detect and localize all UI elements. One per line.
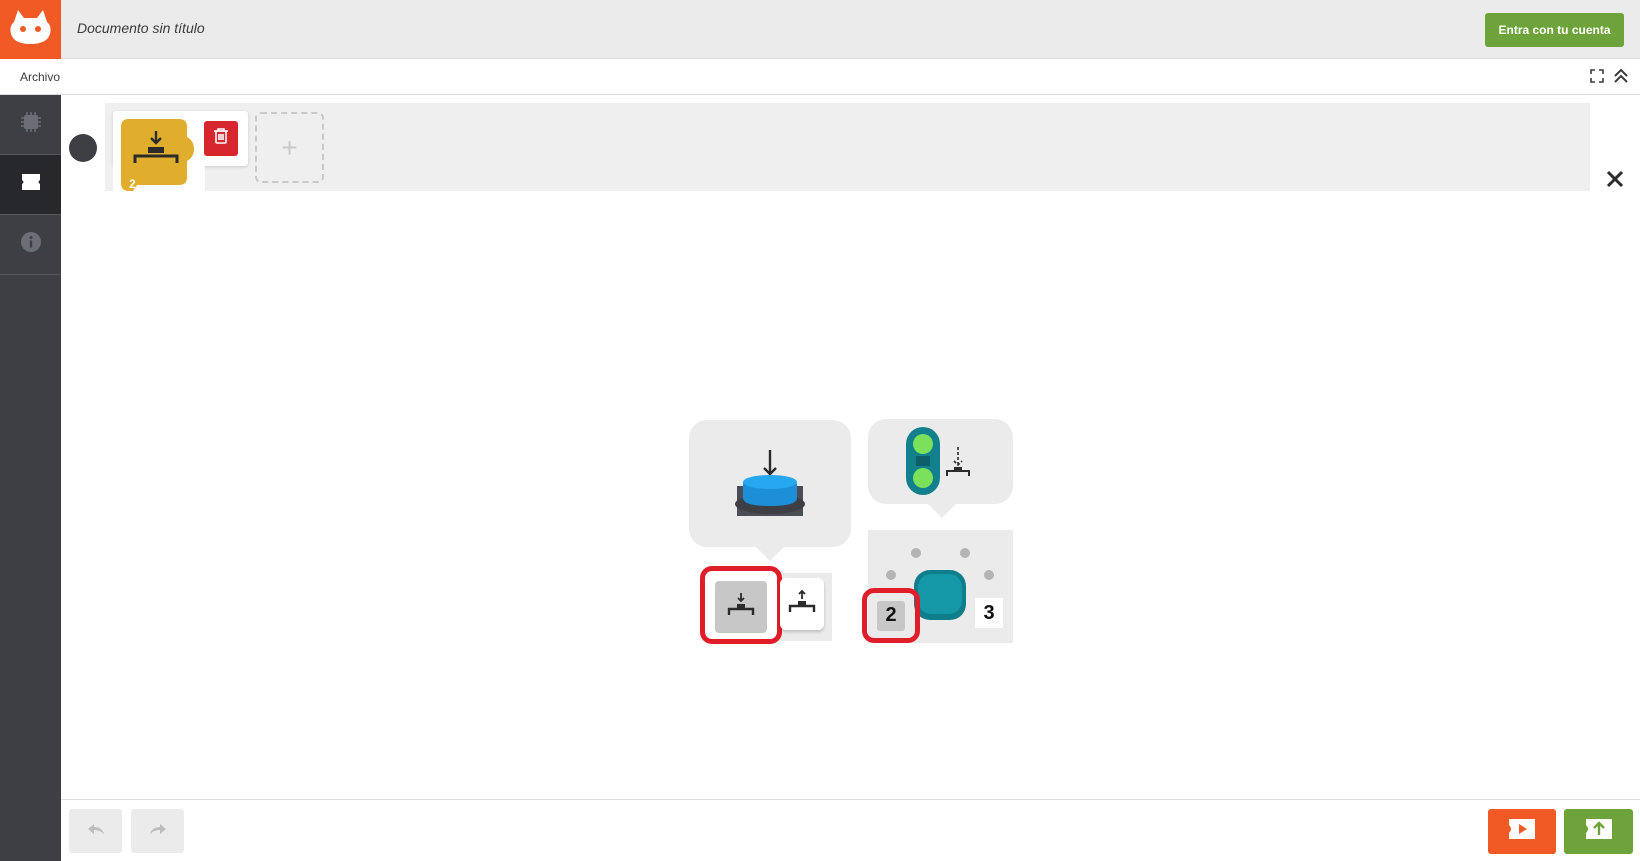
run-button[interactable]	[1488, 809, 1556, 854]
sidebar-item-info[interactable]	[0, 215, 61, 275]
component-preview-bubble-tail	[928, 504, 956, 518]
program-start-dot	[69, 134, 97, 162]
port-2-label: 2	[877, 600, 905, 631]
port-2-button[interactable]: 2	[862, 588, 920, 643]
option-press-button[interactable]	[715, 581, 767, 633]
collapse-up-icon[interactable]	[1612, 67, 1630, 85]
button-press-icon	[727, 592, 755, 623]
sidebar-item-hardware[interactable]	[0, 95, 61, 155]
sidebar	[0, 95, 61, 861]
menu-bar: Archivo	[0, 59, 1640, 95]
close-panel-button[interactable]	[1597, 163, 1633, 199]
button-release-icon	[788, 589, 816, 620]
document-title[interactable]: Documento sin título	[77, 20, 205, 36]
footer-toolbar	[61, 799, 1640, 861]
add-block-slot[interactable]: +	[255, 112, 324, 183]
info-icon	[20, 231, 42, 258]
login-button[interactable]: Entra con tu cuenta	[1485, 13, 1624, 47]
event-preview-bubble-tail	[756, 547, 784, 561]
undo-icon	[87, 822, 105, 840]
board-icon	[913, 569, 967, 626]
hardware-board-icon	[20, 111, 42, 138]
port-3-button[interactable]: 3	[975, 598, 1003, 628]
trash-icon	[213, 127, 229, 150]
upload-board-icon	[1584, 817, 1614, 846]
program-line	[105, 103, 1590, 191]
plus-icon: +	[281, 131, 298, 163]
block-port-label: 2	[129, 177, 136, 191]
redo-button[interactable]	[131, 809, 184, 853]
close-icon	[1606, 170, 1624, 193]
upload-button[interactable]	[1564, 809, 1633, 854]
pin-dot	[984, 570, 994, 580]
top-header: Documento sin título Entra con tu cuenta	[0, 0, 1640, 59]
button-module-illustration-icon	[905, 427, 975, 502]
pin-dot	[886, 570, 896, 580]
redo-icon	[149, 822, 167, 840]
sidebar-item-software[interactable]	[0, 155, 61, 215]
strip-separator	[61, 191, 1640, 199]
menu-item-archivo[interactable]: Archivo	[20, 70, 60, 84]
pin-dot	[960, 548, 970, 558]
pin-dot	[911, 548, 921, 558]
bitbloq-logo-icon[interactable]	[0, 0, 61, 59]
fullscreen-icon[interactable]	[1589, 68, 1605, 84]
delete-block-button[interactable]	[204, 121, 238, 156]
software-blocks-icon	[20, 172, 42, 197]
pushbutton-press-illustration-icon	[733, 448, 807, 525]
undo-button[interactable]	[69, 809, 122, 853]
play-board-icon	[1507, 817, 1537, 846]
option-release-button[interactable]	[780, 578, 824, 630]
